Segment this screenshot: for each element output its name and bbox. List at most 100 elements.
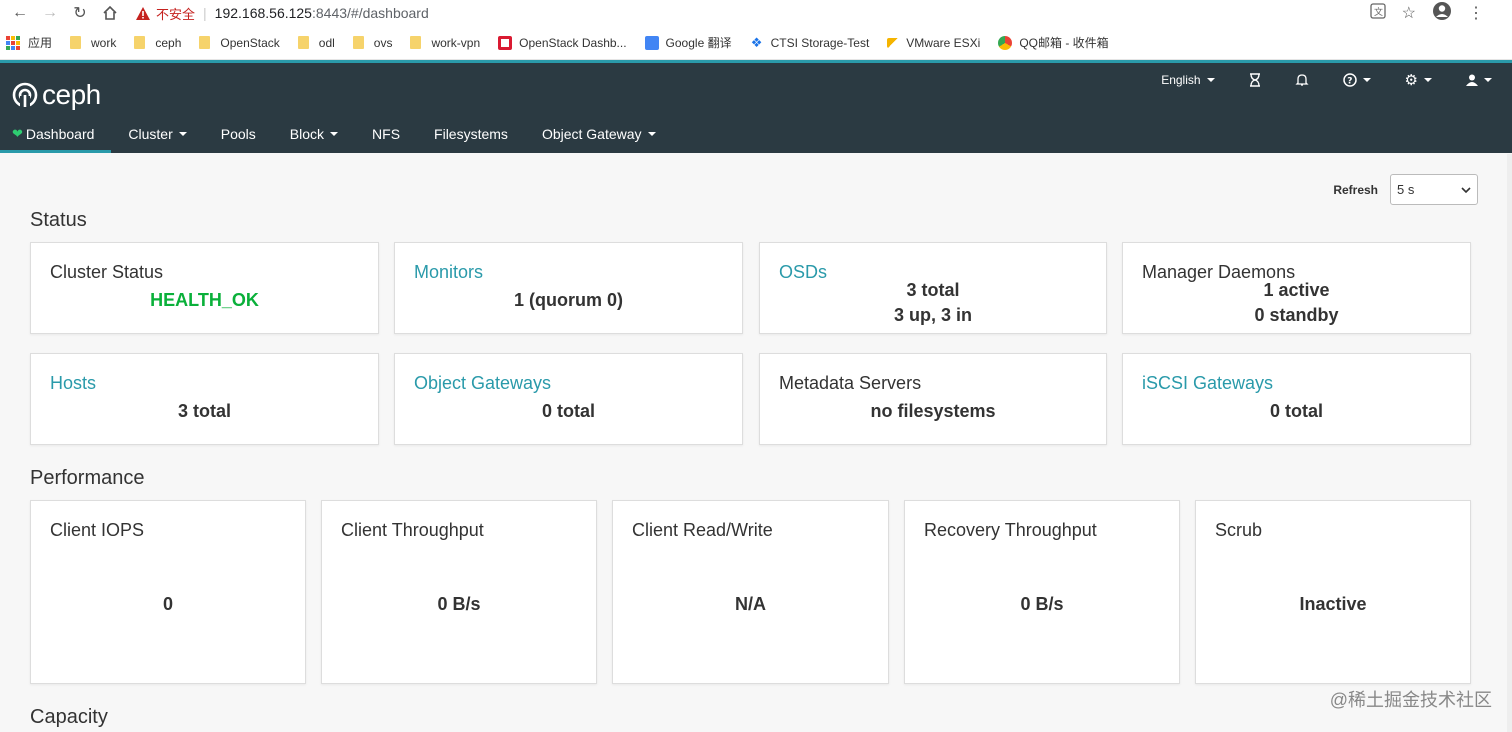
bookmark-qq-mail[interactable]: QQ邮箱 - 收件箱 — [998, 34, 1109, 51]
object-gateways-link[interactable]: Object Gateways — [414, 373, 551, 394]
bookmark-ctsi[interactable]: ❖ CTSI Storage-Test — [749, 34, 870, 50]
ceph-navbar: ceph English ? ⚙ ❤ Dashboard Cluster Poo… — [0, 60, 1512, 153]
translate-icon[interactable]: 文 — [1370, 2, 1386, 24]
nav-filesystems[interactable]: Filesystems — [417, 115, 525, 153]
nav-pools[interactable]: Pools — [204, 115, 273, 153]
card-title: Scrub — [1215, 520, 1263, 540]
nav-label: Block — [289, 126, 325, 142]
folder-icon — [352, 36, 364, 49]
bookmark-folder[interactable]: ceph — [134, 36, 181, 50]
logo-text: ceph — [42, 79, 101, 110]
card-value: 0 — [162, 594, 173, 614]
bookmark-openstack-dashboard[interactable]: OpenStack Dashb... — [498, 35, 627, 50]
bookmark-label: VMware ESXi — [906, 35, 981, 50]
bookmark-google-translate[interactable]: Google 翻译 — [644, 34, 732, 51]
performance-section-title: Performance — [30, 467, 145, 489]
bookmark-label: QQ邮箱 - 收件箱 — [1019, 36, 1109, 50]
card-value: Inactive — [1299, 594, 1367, 614]
utility-menu: English ? ⚙ — [1127, 71, 1492, 89]
manager-daemons-card: Manager Daemons 1 active 0 standby — [1122, 242, 1471, 334]
hourglass-icon[interactable] — [1249, 73, 1261, 87]
nav-label: Pools — [220, 126, 256, 142]
nav-label: Filesystems — [434, 126, 508, 142]
refresh-interval-select[interactable]: 5 s — [1390, 174, 1478, 205]
card-title: Client Read/Write — [632, 520, 773, 540]
card-value: 0 B/s — [1020, 594, 1064, 614]
nav-block[interactable]: Block — [273, 115, 355, 153]
card-value: 3 up, 3 in — [893, 305, 972, 325]
card-title: Metadata Servers — [779, 373, 922, 393]
page-scrollbar[interactable] — [1507, 154, 1512, 732]
bookmark-label: CTSI Storage-Test — [770, 35, 870, 50]
card-title: Cluster Status — [50, 262, 164, 282]
language-dropdown[interactable]: English — [1161, 73, 1215, 87]
home-icon[interactable] — [98, 2, 122, 24]
bookmark-label: OpenStack Dashb... — [519, 35, 627, 50]
chevron-down-icon — [1461, 186, 1471, 193]
iscsi-gateways-link[interactable]: iSCSI Gateways — [1142, 373, 1273, 394]
caret-down-icon — [1362, 78, 1371, 82]
bookmark-folder[interactable]: work — [70, 36, 116, 50]
ceph-logo[interactable]: ceph — [12, 79, 101, 111]
settings-dropdown[interactable]: ⚙ — [1405, 71, 1432, 89]
caret-down-icon — [1484, 78, 1492, 82]
url-field[interactable]: 不安全 | 192.168.56.125 :8443/#/dashboard — [136, 1, 1370, 25]
folder-icon — [297, 36, 309, 49]
nav-object-gateway[interactable]: Object Gateway — [525, 115, 673, 153]
nav-label: Object Gateway — [541, 126, 642, 142]
folder-icon — [134, 36, 146, 49]
bookmark-vmware[interactable]: VMware ESXi — [887, 36, 980, 50]
main-navigation: ❤ Dashboard Cluster Pools Block NFS File… — [0, 115, 673, 153]
nav-cluster[interactable]: Cluster — [111, 115, 203, 153]
url-host: 192.168.56.125 — [214, 5, 312, 21]
openstack-icon — [498, 35, 513, 50]
bookmark-folder[interactable]: work-vpn — [410, 36, 480, 50]
bookmark-label: work-vpn — [431, 35, 481, 50]
card-value: 0 total — [541, 401, 595, 421]
apps-grid-icon — [6, 35, 20, 50]
refresh-value: 5 s — [1397, 182, 1415, 197]
caret-down-icon — [330, 132, 339, 136]
help-icon: ? — [1342, 73, 1357, 87]
monitors-link[interactable]: Monitors — [414, 262, 483, 283]
client-throughput-card: Client Throughput 0 B/s — [321, 500, 597, 684]
url-path: :8443/#/dashboard — [311, 5, 429, 21]
ctsi-icon: ❖ — [749, 34, 764, 50]
bookmark-label: work — [91, 35, 117, 50]
profile-avatar-icon[interactable] — [1432, 1, 1452, 26]
bookmark-folder[interactable]: ovs — [352, 35, 393, 50]
nav-label: NFS — [372, 126, 401, 142]
bookmark-label: odl — [318, 35, 335, 50]
bookmark-folder[interactable]: odl — [297, 35, 335, 50]
bookmark-label: ovs — [373, 35, 393, 50]
bookmark-label: 应用 — [28, 36, 53, 50]
nav-label: Dashboard — [25, 126, 95, 142]
nav-nfs[interactable]: NFS — [355, 115, 417, 153]
scrub-card: Scrub Inactive — [1195, 500, 1471, 684]
nav-dashboard[interactable]: ❤ Dashboard — [0, 115, 112, 153]
browser-menu-icon[interactable]: ⋮ — [1468, 3, 1484, 23]
card-value: 3 total — [177, 401, 231, 421]
svg-text:?: ? — [1347, 77, 1352, 87]
svg-text:文: 文 — [1374, 6, 1383, 18]
qq-mail-icon — [998, 35, 1013, 50]
bookmark-apps[interactable]: 应用 — [6, 34, 52, 51]
forward-arrow-icon[interactable]: → — [38, 2, 62, 24]
client-iops-card: Client IOPS 0 — [30, 500, 306, 684]
user-dropdown[interactable] — [1466, 74, 1492, 86]
card-value: 0 standby — [1254, 305, 1339, 325]
nav-label: Cluster — [128, 126, 173, 142]
card-title: Client IOPS — [50, 520, 145, 540]
hosts-link[interactable]: Hosts — [50, 373, 96, 394]
bell-icon[interactable] — [1294, 73, 1309, 87]
warning-icon — [136, 6, 150, 20]
bookmark-folder[interactable]: OpenStack — [199, 36, 280, 50]
heartbeat-icon: ❤ — [12, 126, 23, 141]
caret-down-icon — [647, 132, 656, 136]
help-dropdown[interactable]: ? — [1342, 73, 1371, 87]
bookmark-star-icon[interactable]: ☆ — [1402, 3, 1416, 23]
caret-down-icon — [1424, 78, 1432, 82]
back-arrow-icon[interactable]: ← — [8, 2, 32, 24]
reload-icon[interactable]: ↻ — [68, 2, 92, 24]
card-title: Recovery Throughput — [924, 520, 1097, 540]
